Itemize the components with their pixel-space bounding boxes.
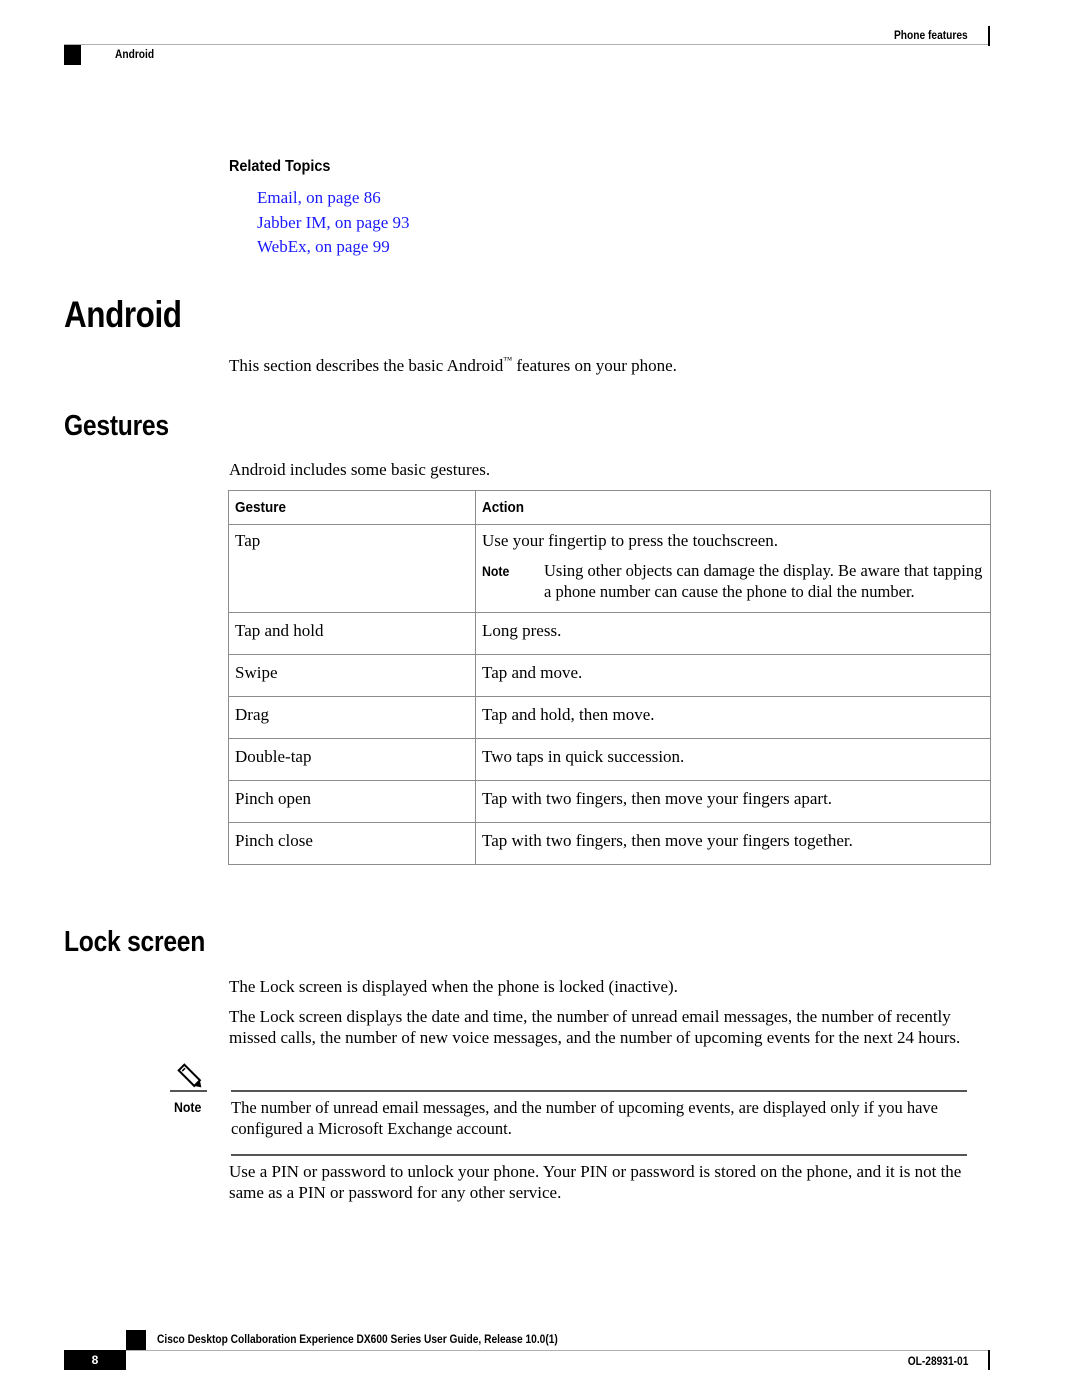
inline-note-text: Using other objects can damage the displ…	[544, 561, 983, 601]
android-heading: Android	[64, 294, 182, 335]
gesture-cell: Tap	[228, 524, 476, 613]
header-right-bar	[988, 26, 990, 46]
action-cell: Use your fingertip to press the touchscr…	[475, 524, 991, 613]
note-rule-bottom	[231, 1154, 967, 1156]
page-number: 8	[64, 1350, 126, 1370]
table-row: Tap and hold Long press.	[228, 612, 991, 655]
inline-note: Note Using other objects can damage the …	[482, 560, 984, 602]
footer-guide-title: Cisco Desktop Collaboration Experience D…	[157, 1332, 558, 1346]
android-intro: This section describes the basic Android…	[229, 350, 677, 376]
footer-block	[126, 1330, 146, 1350]
related-topics-title: Related Topics	[229, 158, 331, 175]
column-header-gesture: Gesture	[228, 490, 476, 525]
gesture-cell: Pinch close	[228, 822, 476, 865]
gesture-cell: Drag	[228, 696, 476, 739]
gesture-cell: Tap and hold	[228, 612, 476, 655]
gestures-intro: Android includes some basic gestures.	[229, 460, 491, 479]
table-row: Pinch open Tap with two fingers, then mo…	[228, 780, 991, 823]
header-section-block	[64, 45, 81, 65]
table-row: Pinch close Tap with two fingers, then m…	[228, 822, 991, 865]
note-rule-left	[170, 1090, 207, 1092]
header-rule	[64, 44, 990, 45]
lock-screen-para-2: The Lock screen displays the date and ti…	[229, 1007, 961, 1047]
lock-screen-para-1: The Lock screen is displayed when the ph…	[229, 977, 678, 996]
android-intro-text-end: features on your phone.	[512, 356, 677, 375]
android-intro-text: This section describes the basic Android	[229, 356, 504, 375]
related-topics-list: Email, on page 86 Jabber IM, on page 93 …	[257, 186, 410, 260]
gesture-cell: Double-tap	[228, 738, 476, 781]
action-cell: Tap with two fingers, then move your fin…	[475, 822, 991, 865]
lock-screen-para-3: Use a PIN or password to unlock your pho…	[229, 1162, 962, 1202]
section-title: Android	[115, 47, 155, 61]
action-cell: Long press.	[475, 612, 991, 655]
action-cell: Tap and move.	[475, 654, 991, 697]
pencil-icon	[177, 1063, 202, 1088]
note-text: The number of unread email messages, and…	[231, 1098, 938, 1138]
document-id: OL-28931-01	[907, 1354, 968, 1368]
column-header-action: Action	[475, 490, 991, 525]
action-cell: Tap with two fingers, then move your fin…	[475, 780, 991, 823]
action-text: Use your fingertip to press the touchscr…	[482, 531, 778, 550]
chapter-title: Phone features	[894, 28, 968, 42]
lock-screen-heading: Lock screen	[64, 926, 206, 958]
table-row: Double-tap Two taps in quick succession.	[228, 738, 991, 781]
table-row: Swipe Tap and move.	[228, 654, 991, 697]
related-link-webex[interactable]: WebEx, on page 99	[257, 235, 410, 260]
footer-right-bar	[988, 1350, 990, 1370]
gestures-heading: Gestures	[64, 410, 169, 442]
table-row: Tap Use your fingertip to press the touc…	[228, 524, 991, 613]
inline-note-label: Note	[482, 563, 510, 579]
gestures-table: Gesture Action Tap Use your fingertip to…	[228, 490, 991, 865]
gesture-cell: Swipe	[228, 654, 476, 697]
related-link-email[interactable]: Email, on page 86	[257, 186, 410, 211]
note-label: Note	[174, 1099, 202, 1115]
footer-rule	[126, 1350, 990, 1351]
gesture-cell: Pinch open	[228, 780, 476, 823]
action-cell: Tap and hold, then move.	[475, 696, 991, 739]
related-link-jabber[interactable]: Jabber IM, on page 93	[257, 211, 410, 236]
table-header-row: Gesture Action	[228, 490, 991, 525]
note-rule-top	[231, 1090, 967, 1092]
table-row: Drag Tap and hold, then move.	[228, 696, 991, 739]
trademark-symbol: ™	[503, 355, 513, 365]
action-cell: Two taps in quick succession.	[475, 738, 991, 781]
